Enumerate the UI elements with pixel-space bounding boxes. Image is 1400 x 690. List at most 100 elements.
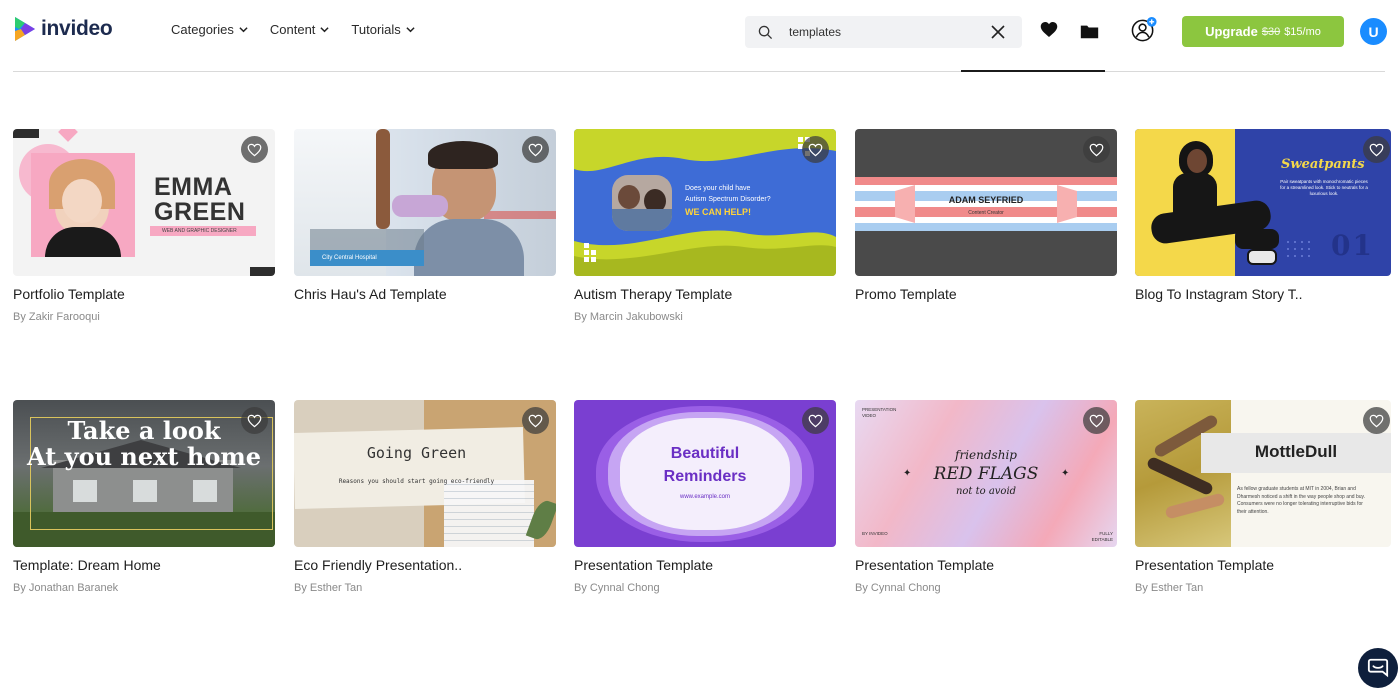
card-title[interactable]: Eco Friendly Presentation.. xyxy=(294,557,556,573)
favorite-button[interactable] xyxy=(1363,407,1390,434)
favorite-button[interactable] xyxy=(1083,407,1110,434)
thumb-text: Reminders xyxy=(663,468,747,485)
card-title[interactable]: Presentation Template xyxy=(855,557,1117,573)
thumb-text: Take a look xyxy=(67,416,221,445)
heart-outline-icon xyxy=(528,414,543,427)
thumb-decor xyxy=(58,129,78,142)
thumb-decor xyxy=(1235,229,1279,249)
template-card[interactable]: Beautiful Reminders www.example.com Pres… xyxy=(574,400,836,594)
thumb-text: Does your child have xyxy=(685,185,751,192)
thumb-caption: City Central Hospital xyxy=(310,250,424,266)
thumb-text: BY INVIDEO xyxy=(862,531,888,536)
template-thumbnail[interactable]: PRESENTATION VIDEO friendship RED FLAGS … xyxy=(855,400,1117,547)
template-card[interactable]: PRESENTATION VIDEO friendship RED FLAGS … xyxy=(855,400,1117,594)
card-author: By Cynnal Chong xyxy=(574,582,660,594)
upgrade-label: Upgrade xyxy=(1205,24,1258,39)
template-thumbnail[interactable]: City Central Hospital xyxy=(294,129,556,276)
nav-content[interactable]: Content xyxy=(270,22,330,37)
thumb-decor xyxy=(250,267,275,276)
template-thumbnail[interactable]: MottleDull As fellow graduate students a… xyxy=(1135,400,1391,547)
thumb-decor xyxy=(310,229,424,250)
brand-name: invideo xyxy=(41,17,113,40)
upgrade-button[interactable]: Upgrade $30 $15/mo xyxy=(1182,16,1344,47)
user-avatar[interactable]: U xyxy=(1360,18,1387,45)
top-header: invideo Categories Content Tutorials Upg… xyxy=(0,0,1400,64)
thumb-text: Autism Spectrum Disorder? xyxy=(685,196,771,203)
search-input[interactable] xyxy=(789,25,979,39)
thumb-text: www.example.com xyxy=(679,494,730,500)
template-thumbnail[interactable]: Take a look At you next home xyxy=(13,400,275,547)
chat-launcher-button[interactable] xyxy=(1358,648,1398,688)
favorite-button[interactable] xyxy=(802,407,829,434)
template-thumbnail[interactable]: Going Green Reasons you should start goi… xyxy=(294,400,556,547)
template-card[interactable]: ADAM SEYFRIED Content Creator Promo Temp… xyxy=(855,129,1117,311)
heart-outline-icon xyxy=(1089,143,1104,156)
active-tab-indicator xyxy=(961,70,1105,72)
thumb-text: EMMA xyxy=(154,173,233,201)
card-title[interactable]: Blog To Instagram Story T.. xyxy=(1135,286,1391,302)
thumb-text: Sweatpants xyxy=(1281,157,1365,172)
card-title[interactable]: Autism Therapy Template xyxy=(574,286,836,302)
thumb-decor xyxy=(392,195,448,217)
thumb-decor xyxy=(428,141,498,169)
template-card[interactable]: EMMA GREEN WEB AND GRAPHIC DESIGNER Port… xyxy=(13,129,275,323)
folder-icon[interactable] xyxy=(1080,24,1099,39)
old-price: $30 xyxy=(1261,25,1281,38)
card-title[interactable]: Promo Template xyxy=(855,286,1117,302)
template-thumbnail[interactable]: EMMA GREEN WEB AND GRAPHIC DESIGNER xyxy=(13,129,275,276)
template-card[interactable]: Sweatpants Pair sweatpants with monochro… xyxy=(1135,129,1391,311)
chevron-down-icon xyxy=(320,27,330,33)
card-title[interactable]: Template: Dream Home xyxy=(13,557,275,573)
search-bar xyxy=(745,16,1022,48)
favorite-button[interactable] xyxy=(241,136,268,163)
card-title[interactable]: Presentation Template xyxy=(574,557,836,573)
main-nav: Categories Content Tutorials xyxy=(171,22,415,37)
template-thumbnail[interactable]: Beautiful Reminders www.example.com xyxy=(574,400,836,547)
thumb-text: Content Creator xyxy=(968,210,1004,216)
template-card[interactable]: City Central Hospital Chris Hau's Ad Tem… xyxy=(294,129,556,311)
nav-tutorials[interactable]: Tutorials xyxy=(351,22,415,37)
pixel-decor xyxy=(584,243,596,262)
template-card[interactable]: MottleDull As fellow graduate students a… xyxy=(1135,400,1391,594)
thumb-text: ADAM SEYFRIED xyxy=(948,195,1024,205)
invideo-logo[interactable]: invideo xyxy=(13,15,113,43)
template-card[interactable]: Take a look At you next home Template: D… xyxy=(13,400,275,594)
dot-pattern xyxy=(1287,241,1310,257)
thumb-text: MottleDull xyxy=(1254,442,1338,461)
thumb-photo xyxy=(1135,400,1231,547)
favorites-heart-icon[interactable] xyxy=(1040,21,1058,38)
favorite-button[interactable] xyxy=(522,407,549,434)
chevron-down-icon xyxy=(239,27,248,33)
invideo-logo-icon xyxy=(15,17,35,41)
clear-search-icon[interactable] xyxy=(990,24,1006,40)
card-title[interactable]: Portfolio Template xyxy=(13,286,275,302)
thumb-text: Going Green xyxy=(366,444,467,462)
thumb-text: 01 xyxy=(1331,229,1374,262)
favorite-button[interactable] xyxy=(522,136,549,163)
thumb-text: Pair sweatpants with monochromatic piece… xyxy=(1280,179,1368,196)
favorite-button[interactable] xyxy=(1083,136,1110,163)
nav-label: Categories xyxy=(171,22,234,37)
heart-outline-icon xyxy=(247,143,262,156)
thumb-text: Beautiful xyxy=(670,445,740,462)
card-title[interactable]: Chris Hau's Ad Template xyxy=(294,286,556,302)
template-thumbnail[interactable]: Sweatpants Pair sweatpants with monochro… xyxy=(1135,129,1391,276)
favorite-button[interactable] xyxy=(802,136,829,163)
template-thumbnail[interactable]: Does your child have Autism Spectrum Dis… xyxy=(574,129,836,276)
template-card[interactable]: Going Green Reasons you should start goi… xyxy=(294,400,556,594)
thumb-photo xyxy=(612,175,672,231)
account-add-icon[interactable] xyxy=(1131,16,1158,43)
card-author: By Marcin Jakubowski xyxy=(574,311,683,323)
card-title[interactable]: Presentation Template xyxy=(1135,557,1391,573)
thumb-text: At you next home xyxy=(27,442,261,471)
thumb-text: WEB AND GRAPHIC DESIGNER xyxy=(150,226,256,236)
nav-categories[interactable]: Categories xyxy=(171,22,248,37)
heart-outline-icon xyxy=(247,414,262,427)
template-card[interactable]: Does your child have Autism Spectrum Dis… xyxy=(574,129,836,323)
favorite-button[interactable] xyxy=(1363,136,1390,163)
favorite-button[interactable] xyxy=(241,407,268,434)
card-author: By Esther Tan xyxy=(1135,582,1204,594)
card-author: By Cynnal Chong xyxy=(855,582,941,594)
template-thumbnail[interactable]: ADAM SEYFRIED Content Creator xyxy=(855,129,1117,276)
thumb-decor xyxy=(444,480,534,547)
